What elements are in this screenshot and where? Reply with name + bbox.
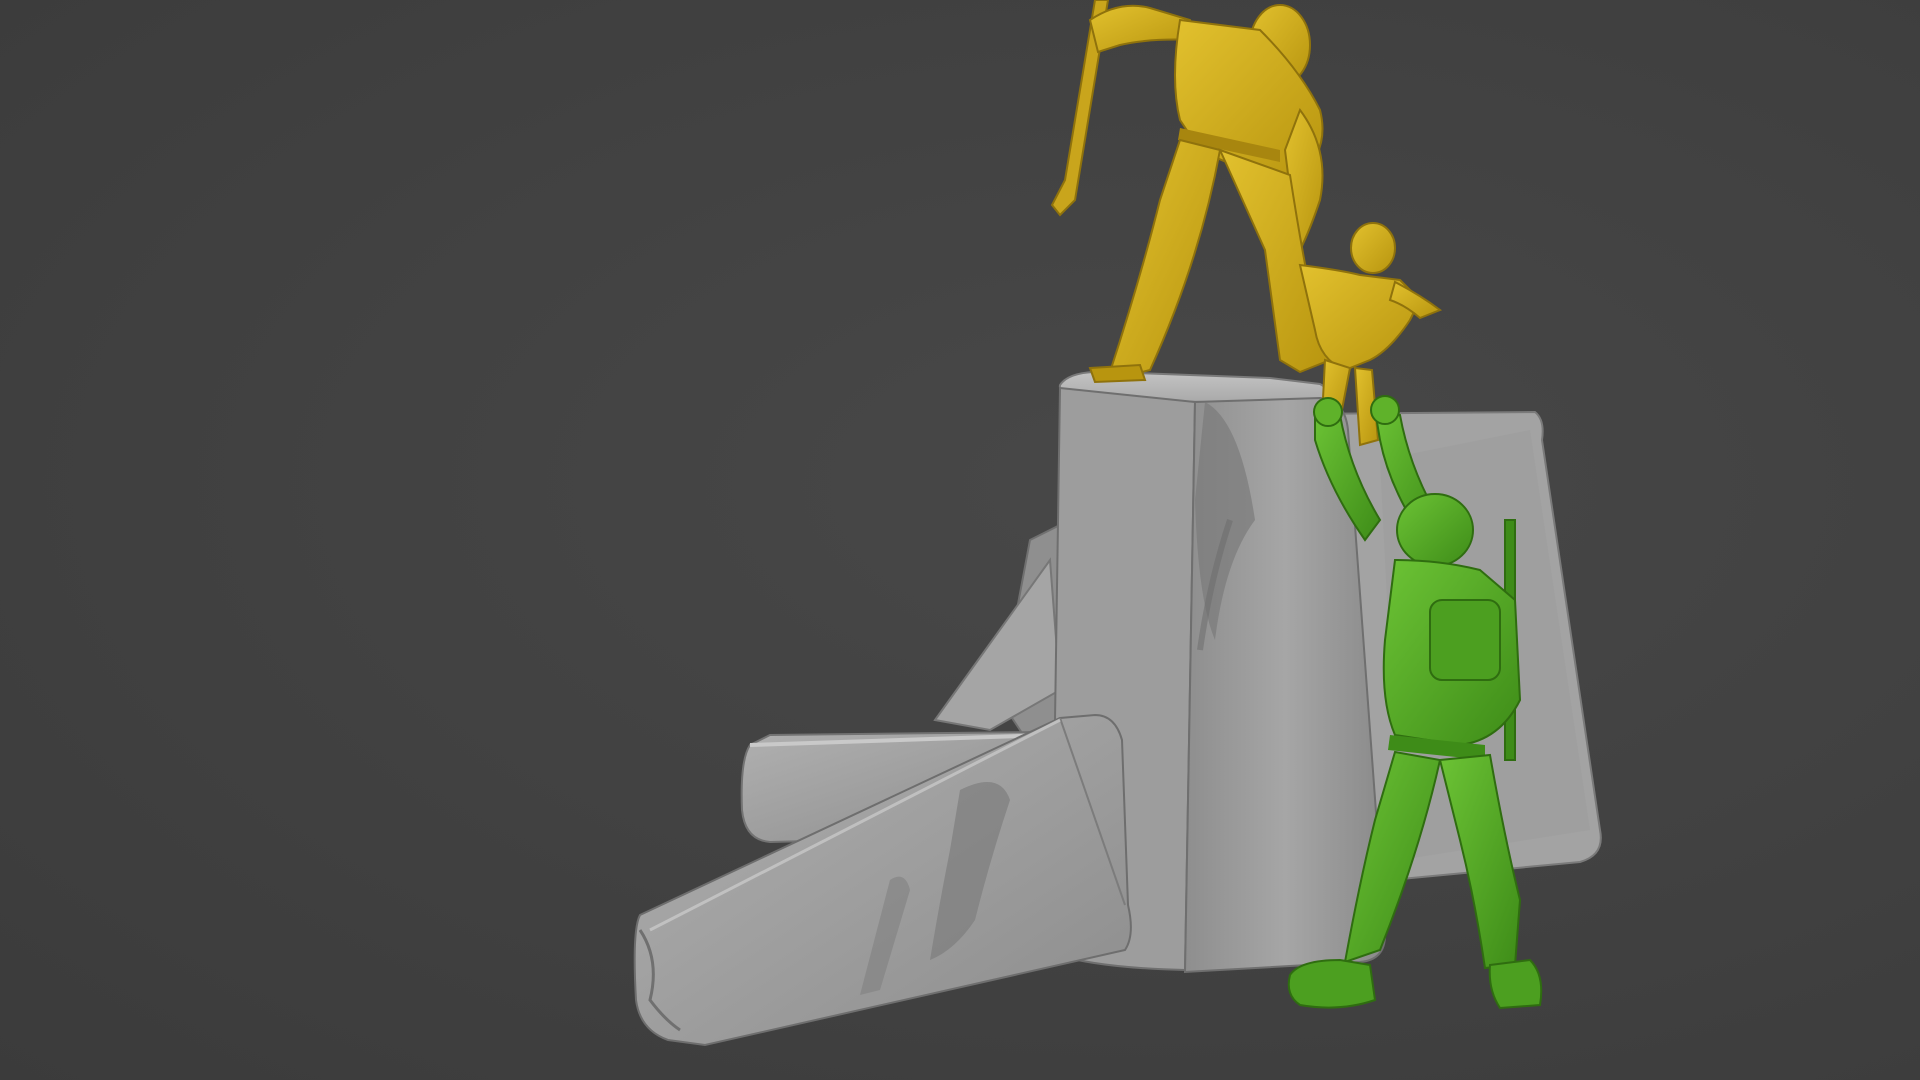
adult-figure[interactable]: [1050, 0, 1332, 384]
diorama-scene: [633, 0, 1602, 1047]
3d-viewport[interactable]: [0, 0, 1920, 1080]
